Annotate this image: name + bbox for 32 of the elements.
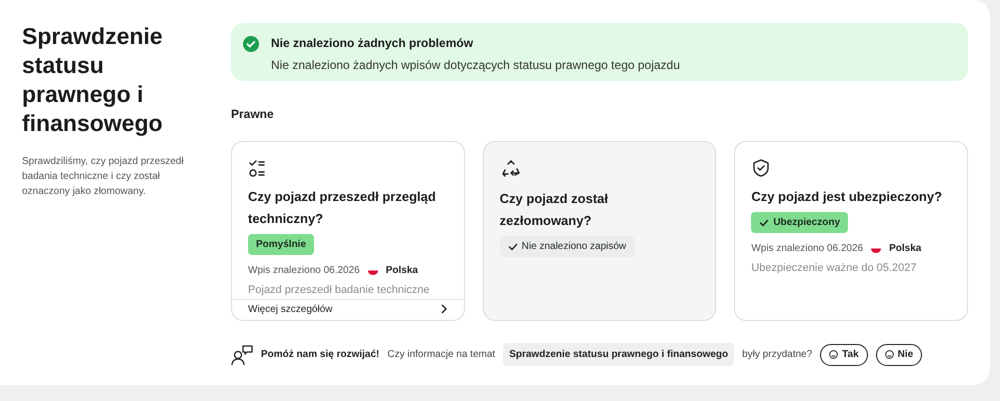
chevron-right-icon — [440, 304, 448, 314]
shield-check-icon — [751, 158, 772, 178]
card-title: Czy pojazd jest ubezpieczony? — [751, 188, 944, 206]
feedback-prompt: Pomóż nam się rozwijać! — [261, 348, 380, 362]
topic-tag: Sprawdzenie statusu prawnego i finansowego — [503, 343, 734, 366]
feedback-question-end: były przydatne? — [742, 348, 812, 362]
status-badge: Nie znaleziono zapisów — [500, 236, 634, 257]
check-icon — [508, 242, 518, 252]
feedback-button[interactable]: Nie — [876, 344, 922, 366]
card-title: Czy pojazd został zezłomowany? — [500, 190, 610, 230]
status-badge: Pomyślnie — [248, 234, 314, 255]
card-title: Czy pojazd przeszedł przegląd techniczny? — [248, 188, 437, 228]
status-badge: Ubezpieczony — [751, 212, 848, 233]
entry-date: Wpis znaleziono 06.2026 — [751, 242, 864, 256]
smiley-icon — [829, 350, 838, 359]
banner-title: Nie znaleziono żadnych problemów — [271, 35, 474, 52]
feedback-question: Czy informacje na temat — [387, 348, 496, 362]
smiley-icon — [884, 350, 894, 359]
check-circle-icon — [243, 36, 259, 52]
banner-text: Nie znaleziono żadnych wpisów dotyczących statusu prawnego tego pojazdu — [271, 57, 680, 74]
entry-date: Wpis znaleziono 06.2026 — [248, 264, 360, 278]
card-note: Ubezpieczenie ważne do 05.2027 — [751, 261, 918, 276]
country-label: Polska — [386, 264, 418, 278]
card-note: Pojazd przeszedł badanie techniczne — [248, 283, 431, 298]
details-link[interactable]: Więcej szczegółów — [232, 298, 464, 319]
page-description: Sprawdziliśmy, czy pojazd przeszedł badania techniczne i czy został oznaczony jako złomowany. — [22, 155, 185, 199]
feedback-button[interactable]: Tak — [820, 344, 868, 366]
check-icon — [759, 218, 770, 228]
chat-person-icon — [231, 344, 253, 366]
country-label: Polska — [889, 242, 922, 256]
page-title: Sprawdzenie statusu prawnego i finansowego — [22, 22, 164, 138]
section-title: Prawne — [231, 106, 275, 123]
